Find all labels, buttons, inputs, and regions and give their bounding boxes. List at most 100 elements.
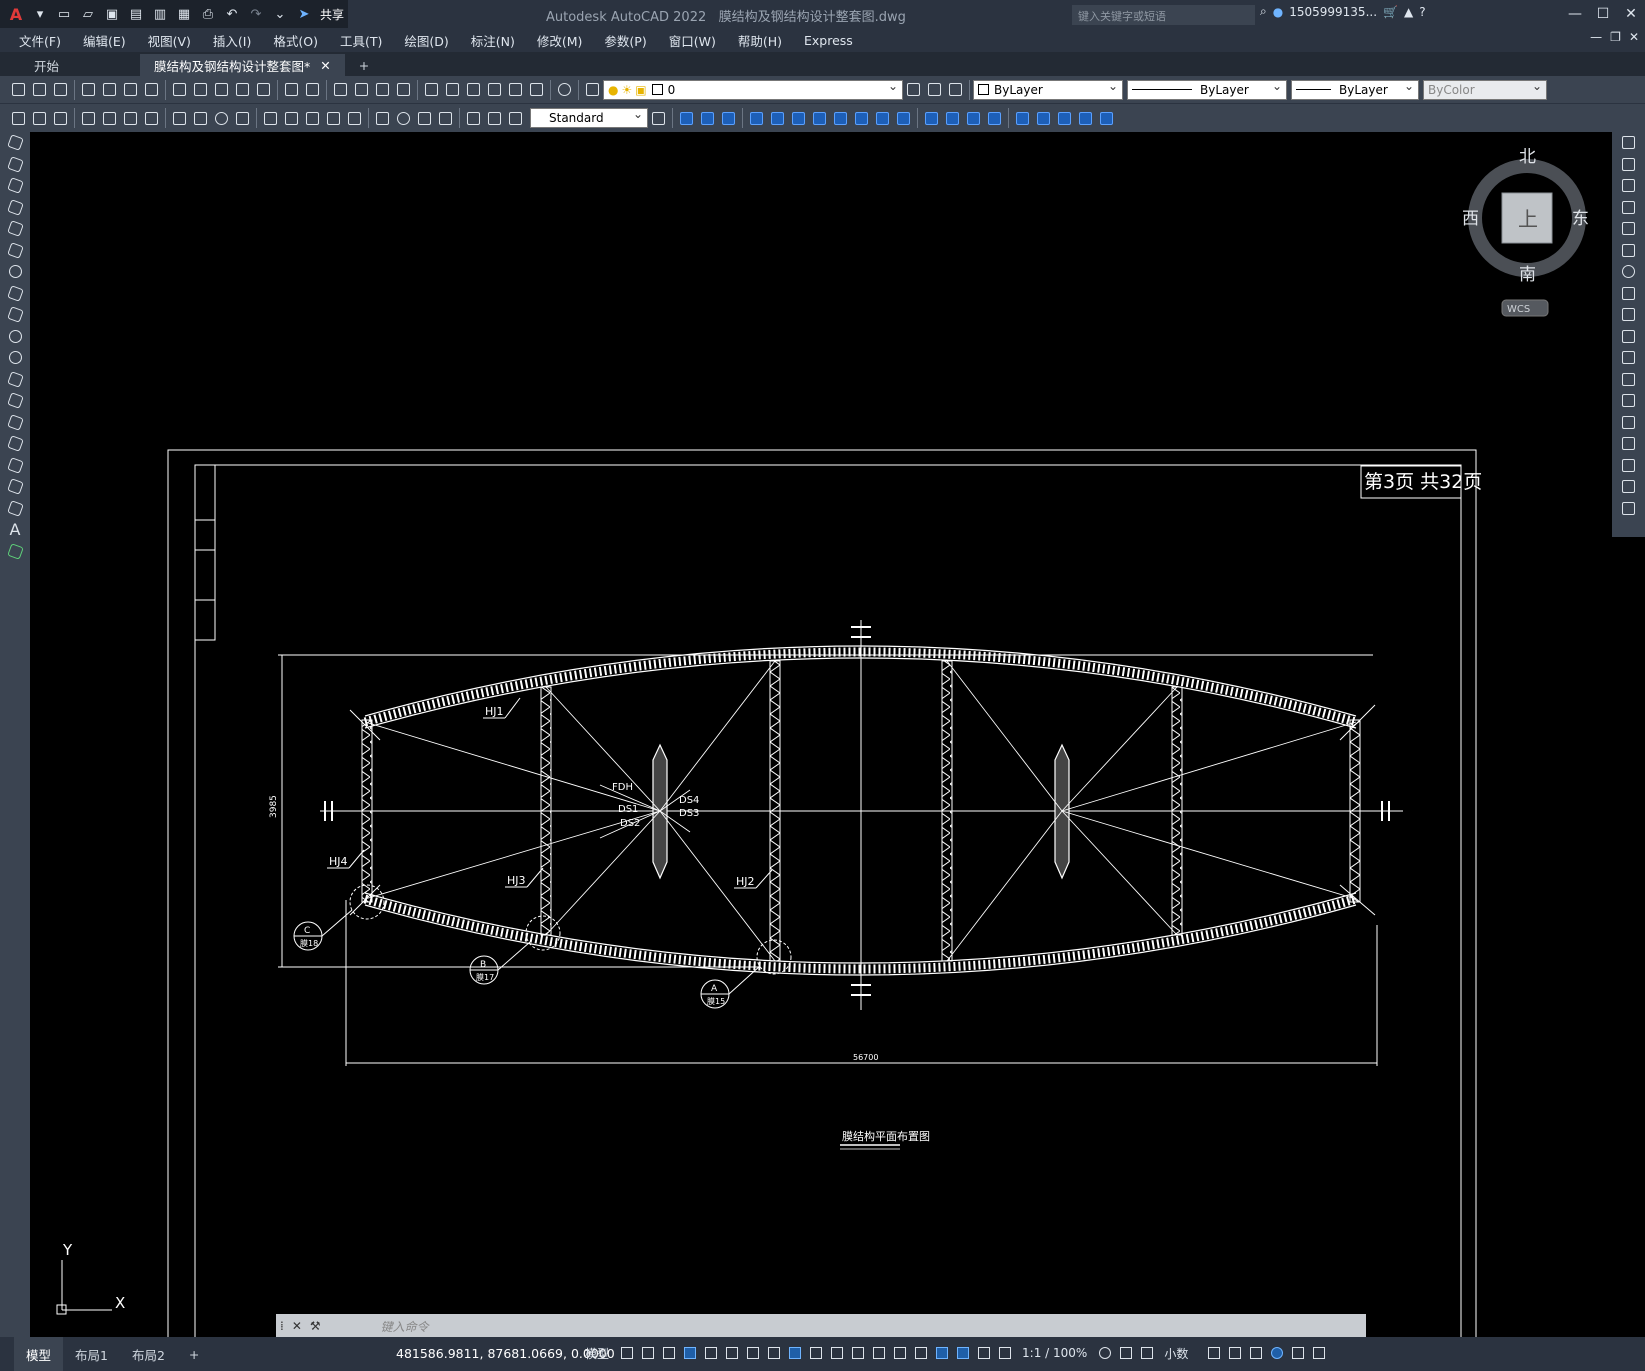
- center-mark-icon[interactable]: [394, 109, 413, 128]
- dimstyle-icon[interactable]: [649, 109, 668, 128]
- hardware-acceleration-icon[interactable]: [1267, 1340, 1286, 1366]
- share-icon[interactable]: ➤: [293, 4, 315, 24]
- erase-icon[interactable]: [1612, 132, 1645, 154]
- line-icon[interactable]: [0, 132, 30, 154]
- close-icon[interactable]: ✕: [320, 58, 330, 73]
- menu-draw[interactable]: 绘图(D): [393, 31, 459, 50]
- menu-file[interactable]: 文件(F): [8, 31, 72, 50]
- continue-dim-icon[interactable]: [303, 109, 322, 128]
- redo-icon[interactable]: [303, 80, 322, 99]
- move-faces-icon[interactable]: [768, 109, 787, 128]
- drawing-canvas[interactable]: 第3页 共32页 3985 56700 HJ1 HJ2 HJ3 HJ4 FDH …: [30, 132, 1612, 1351]
- clean-screen-icon[interactable]: [1288, 1340, 1307, 1366]
- polygon-icon[interactable]: [0, 197, 30, 219]
- customization-icon[interactable]: [1309, 1340, 1328, 1366]
- menu-insert[interactable]: 插入(I): [202, 31, 262, 50]
- auto-scale-icon[interactable]: [974, 1340, 993, 1366]
- annotation-scale-icon[interactable]: [995, 1340, 1014, 1366]
- dim-edit-icon[interactable]: [464, 109, 483, 128]
- color-faces-icon[interactable]: [894, 109, 913, 128]
- quick-dimension-icon[interactable]: [261, 109, 280, 128]
- maximize-button[interactable]: ☐: [1589, 0, 1617, 28]
- explode-icon[interactable]: [1612, 498, 1645, 520]
- save-web-icon[interactable]: ▦: [173, 4, 195, 24]
- quick-dim-icon[interactable]: [51, 109, 70, 128]
- shell-icon[interactable]: [1034, 109, 1053, 128]
- close-icon[interactable]: ✕: [292, 1319, 302, 1333]
- color-edges-icon[interactable]: [943, 109, 962, 128]
- gizmo-icon[interactable]: [932, 1340, 951, 1366]
- infer-constraints-icon[interactable]: [659, 1340, 678, 1366]
- share-button[interactable]: 共享: [320, 6, 344, 23]
- isodraft-icon[interactable]: [743, 1340, 762, 1366]
- copy-icon[interactable]: [191, 80, 210, 99]
- sheet-set-icon[interactable]: [485, 80, 504, 99]
- new-icon[interactable]: [9, 80, 28, 99]
- point-icon[interactable]: [0, 412, 30, 434]
- dynamic-ucs-icon[interactable]: [890, 1340, 909, 1366]
- menu-format[interactable]: 格式(O): [262, 31, 329, 50]
- plotstyle-dropdown[interactable]: ByColor: [1423, 79, 1547, 100]
- hatch-icon[interactable]: [0, 433, 30, 455]
- block-editor-icon[interactable]: [254, 80, 273, 99]
- object-snap-icon[interactable]: [785, 1340, 804, 1366]
- delete-faces-icon[interactable]: [810, 109, 829, 128]
- circle-icon[interactable]: [0, 261, 30, 283]
- arc-icon[interactable]: [0, 240, 30, 262]
- user-name[interactable]: 1505999135...: [1289, 5, 1377, 19]
- extend-icon[interactable]: [1612, 347, 1645, 369]
- layer-dropdown[interactable]: ● ☀ ▣ 0: [603, 79, 903, 100]
- aligned-dim-icon[interactable]: [100, 109, 119, 128]
- mtext-icon[interactable]: A: [0, 519, 30, 541]
- break-icon[interactable]: [1612, 390, 1645, 412]
- search-input[interactable]: 键入关键字或短语: [1072, 5, 1255, 25]
- arc-length-icon[interactable]: [121, 109, 140, 128]
- object-snap-tracking-icon[interactable]: [764, 1340, 783, 1366]
- add-selected-icon[interactable]: [0, 541, 30, 563]
- cart-icon[interactable]: 🛒: [1383, 5, 1398, 19]
- chevron-down-icon[interactable]: ▾: [29, 4, 51, 24]
- autodesk-app-icon[interactable]: ▲: [1404, 5, 1413, 19]
- jogged-dim-icon[interactable]: [191, 109, 210, 128]
- trim-icon[interactable]: [1612, 326, 1645, 348]
- 3d-osnap-icon[interactable]: [869, 1340, 888, 1366]
- check-icon[interactable]: [1055, 109, 1074, 128]
- tab-start[interactable]: 开始: [0, 54, 140, 76]
- tool-palettes-icon[interactable]: [464, 80, 483, 99]
- zoom-previous-icon[interactable]: [394, 80, 413, 99]
- viewcube[interactable]: 北 南 东 西 上 WCS: [1460, 147, 1590, 318]
- make-block-icon[interactable]: [0, 390, 30, 412]
- redo-icon[interactable]: ↷: [245, 4, 267, 24]
- tab-drawing[interactable]: 膜结构及钢结构设计整套图* ✕: [140, 54, 345, 76]
- help-icon[interactable]: ?: [1419, 5, 1425, 19]
- tab-model[interactable]: 模型: [14, 1337, 64, 1371]
- stretch-icon[interactable]: [1612, 304, 1645, 326]
- imprint-icon[interactable]: [964, 109, 983, 128]
- selection-filter-icon[interactable]: [911, 1340, 930, 1366]
- dim-space-icon[interactable]: [324, 109, 343, 128]
- gradient-icon[interactable]: [0, 455, 30, 477]
- offset-faces-icon[interactable]: [789, 109, 808, 128]
- close-button[interactable]: ✕: [1617, 0, 1645, 28]
- quick-properties-icon[interactable]: [1204, 1340, 1223, 1366]
- minimize-button[interactable]: —: [1561, 0, 1589, 28]
- dim-break-icon[interactable]: [345, 109, 364, 128]
- user-icon[interactable]: ●: [1273, 5, 1283, 19]
- dim-update-icon[interactable]: [506, 109, 525, 128]
- plot-icon[interactable]: [79, 80, 98, 99]
- cut-icon[interactable]: [170, 80, 189, 99]
- isolate-objects-icon[interactable]: [1246, 1340, 1265, 1366]
- undo-icon[interactable]: ↶: [221, 4, 243, 24]
- jogged-linear-icon[interactable]: [436, 109, 455, 128]
- annotation-monitor-icon[interactable]: [1116, 1340, 1135, 1366]
- offset-icon[interactable]: [1612, 197, 1645, 219]
- lineweight-icon[interactable]: [806, 1340, 825, 1366]
- 3d-print-icon[interactable]: [142, 80, 161, 99]
- grid-icon[interactable]: [617, 1340, 636, 1366]
- ortho-icon[interactable]: [701, 1340, 720, 1366]
- doc-close-button[interactable]: ✕: [1629, 30, 1639, 44]
- make-current-layer-icon[interactable]: [904, 80, 923, 99]
- properties-icon[interactable]: [422, 80, 441, 99]
- tab-layout2[interactable]: 布局2: [120, 1337, 177, 1371]
- menu-window[interactable]: 窗口(W): [658, 31, 727, 50]
